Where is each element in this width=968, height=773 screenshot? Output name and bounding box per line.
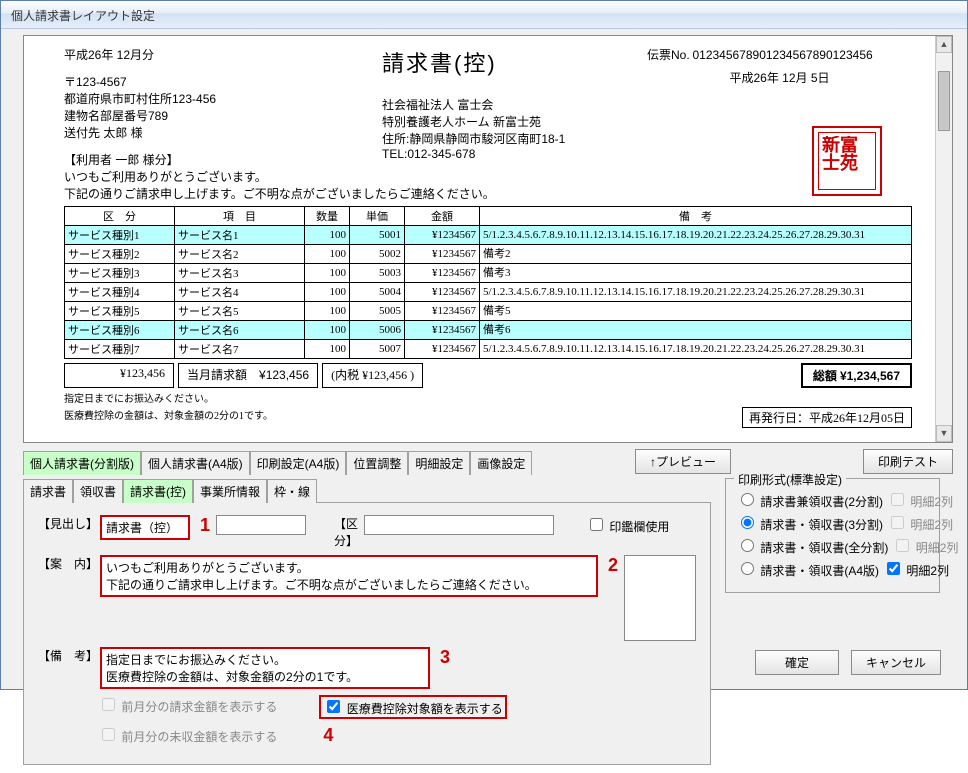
print-test-button[interactable]: 印刷テスト bbox=[863, 449, 953, 474]
th-unit: 単価 bbox=[350, 207, 405, 226]
annai-label: 【案 内】 bbox=[38, 555, 94, 572]
tab-image[interactable]: 画像設定 bbox=[470, 451, 532, 475]
slip-no-label: 伝票No. bbox=[647, 48, 690, 62]
annotation-1: 1 bbox=[200, 515, 210, 536]
grand-total: 総額 ¥1,234,567 bbox=[801, 363, 912, 388]
bikou-input[interactable]: 指定日までにお振込みください。 医療費控除の金額は、対象金額の2分の1です。 bbox=[100, 647, 430, 689]
tab-personal-split[interactable]: 個人請求書(分割版) bbox=[23, 451, 141, 475]
radio-2split[interactable]: 請求書兼領収書(2分割) bbox=[736, 490, 883, 510]
chk-detail-2col-2: 明細2列 bbox=[892, 536, 958, 556]
doc-title: 請求書(控) bbox=[382, 46, 647, 78]
heading-label: 【見出し】 bbox=[38, 515, 94, 532]
cancel-button[interactable]: キャンセル bbox=[851, 650, 941, 675]
left-total: ¥123,456 bbox=[64, 363, 174, 388]
kubun-label: 【区 分】 bbox=[312, 515, 358, 549]
bikou-label: 【備 考】 bbox=[38, 647, 94, 664]
th-item: 項 目 bbox=[175, 207, 305, 226]
corp-tel: TEL:012-345-678 bbox=[382, 147, 647, 161]
footnote-2: 医療費控除の金額は、対象金額の2分の1です。 bbox=[64, 407, 273, 428]
subtab-receipt[interactable]: 領収書 bbox=[73, 479, 123, 503]
preview-pane: 平成26年 12月分 〒123-4567 都道府県市町村住所123-456 建物… bbox=[23, 35, 953, 443]
corp-address: 住所:静岡県静岡市駿河区南町18-1 bbox=[382, 130, 647, 147]
annai-input[interactable]: いつもご利用ありがとうございます。 下記の通りご請求申し上げます。ご不明な点がご… bbox=[100, 555, 598, 597]
period: 平成26年 12月分 bbox=[64, 46, 382, 63]
annotation-3: 3 bbox=[440, 647, 450, 668]
th-kubun: 区 分 bbox=[65, 207, 175, 226]
table-row: サービス種別6サービス名61005006¥1234567備考6 bbox=[65, 321, 912, 340]
radio-allsplit[interactable]: 請求書・領収書(全分割) bbox=[736, 536, 888, 556]
chk-medical[interactable]: 医療費控除対象額を表示する bbox=[319, 695, 506, 719]
scroll-down-icon[interactable]: ▼ bbox=[936, 425, 952, 442]
stamp-checkbox[interactable]: 印鑑欄使用 bbox=[586, 515, 669, 535]
chk-detail-2col-1: 明細2列 bbox=[887, 513, 953, 533]
month-total-box: 当月請求額 ¥123,456 bbox=[178, 363, 318, 388]
footnote-1: 指定日までにお振込みください。 bbox=[64, 390, 912, 405]
tab-print-a4[interactable]: 印刷設定(A4版) bbox=[250, 451, 347, 475]
corp-facility: 特別養護老人ホーム 新富士苑 bbox=[382, 113, 647, 130]
th-qty: 数量 bbox=[305, 207, 350, 226]
subtab-invoice[interactable]: 請求書 bbox=[23, 479, 73, 503]
chk-prev-unpaid[interactable]: 前月分の未収金額を表示する bbox=[98, 725, 277, 745]
preview-button[interactable]: ↑プレビュー bbox=[635, 449, 731, 474]
table-row: サービス種別2サービス名21005002¥1234567備考2 bbox=[65, 245, 912, 264]
reissue-date: 再発行日：平成26年12月05日 bbox=[742, 407, 912, 428]
greeting-1: いつもご利用ありがとうございます。 bbox=[64, 168, 912, 185]
window-title: 個人請求書レイアウト設定 bbox=[1, 1, 967, 29]
chk-detail-2col-0: 明細2列 bbox=[887, 490, 953, 510]
scroll-up-icon[interactable]: ▲ bbox=[936, 36, 952, 53]
table-row: サービス種別5サービス名51005005¥1234567備考5 bbox=[65, 302, 912, 321]
table-row: サービス種別7サービス名71005007¥12345675/1.2.3.4.5.… bbox=[65, 340, 912, 359]
th-amount: 金額 bbox=[405, 207, 480, 226]
print-format-group: 印刷形式(標準設定) 請求書兼領収書(2分割) 明細2列 請求書・領収書(3分割… bbox=[725, 478, 940, 593]
kubun-input[interactable] bbox=[364, 515, 554, 535]
scroll-thumb[interactable] bbox=[938, 71, 950, 131]
greeting-2: 下記の通りご請求申し上げます。ご不明な点がございましたらご連絡ください。 bbox=[64, 185, 912, 202]
corp-name: 社会福祉法人 富士会 bbox=[382, 96, 647, 113]
stamp-preview bbox=[624, 555, 696, 641]
table-row: サービス種別1サービス名11005001¥12345675/1.2.3.4.5.… bbox=[65, 226, 912, 245]
seal-stamp: 新富士苑 bbox=[812, 126, 882, 196]
subtab-frame[interactable]: 枠・線 bbox=[267, 479, 317, 503]
print-format-legend: 印刷形式(標準設定) bbox=[734, 471, 846, 488]
heading-input-2[interactable] bbox=[216, 515, 306, 535]
ok-button[interactable]: 確定 bbox=[755, 650, 839, 675]
subtab-invoice-copy[interactable]: 請求書(控) bbox=[123, 479, 193, 503]
recipient: 送付先 太郎 様 bbox=[64, 124, 382, 141]
chk-detail-2col-3[interactable]: 明細2列 bbox=[883, 559, 949, 579]
chk-prev-bill[interactable]: 前月分の請求金額を表示する bbox=[98, 695, 277, 715]
annotation-2: 2 bbox=[608, 555, 618, 576]
invoice-table: 区 分 項 目 数量 単価 金額 備 考 サービス種別1サービス名1100500… bbox=[64, 206, 912, 359]
table-row: サービス種別4サービス名41005004¥12345675/1.2.3.4.5.… bbox=[65, 283, 912, 302]
slip-no: 012345678901234567890123456 bbox=[692, 48, 872, 62]
scrollbar[interactable]: ▲▼ bbox=[935, 36, 952, 442]
annotation-4: 4 bbox=[323, 725, 333, 746]
address: 都道府県市町村住所123-456 bbox=[64, 90, 382, 107]
heading-input[interactable]: 請求書（控） bbox=[100, 515, 190, 540]
building: 建物名部屋番号789 bbox=[64, 107, 382, 124]
issue-date: 平成26年 12月 5日 bbox=[647, 69, 912, 86]
subtab-office[interactable]: 事業所情報 bbox=[193, 479, 267, 503]
tab-detail[interactable]: 明細設定 bbox=[408, 451, 470, 475]
user-line: 【利用者 一郎 様分】 bbox=[64, 151, 382, 168]
radio-3split[interactable]: 請求書・領収書(3分割) bbox=[736, 513, 883, 533]
tab-personal-a4[interactable]: 個人請求書(A4版) bbox=[141, 451, 250, 475]
table-row: サービス種別3サービス名31005003¥1234567備考3 bbox=[65, 264, 912, 283]
postal: 〒123-4567 bbox=[64, 73, 382, 90]
tax-box: (内税 ¥123,456 ) bbox=[322, 363, 423, 388]
th-remark: 備 考 bbox=[480, 207, 912, 226]
tab-position[interactable]: 位置調整 bbox=[346, 451, 408, 475]
radio-a4[interactable]: 請求書・領収書(A4版) bbox=[736, 559, 879, 579]
